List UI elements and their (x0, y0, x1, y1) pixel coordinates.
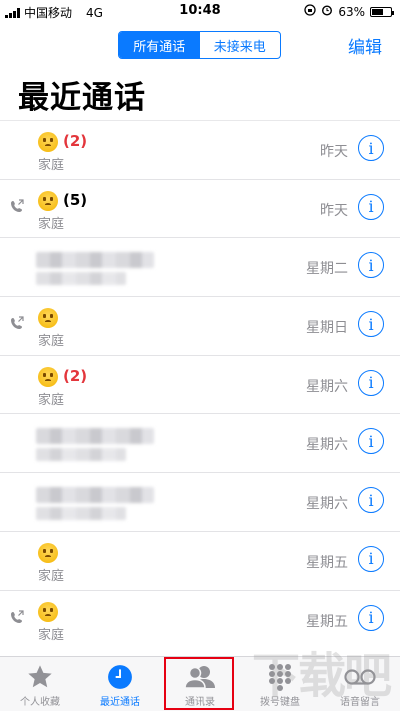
call-label: 家庭 (38, 392, 65, 408)
call-count: (2) (63, 366, 88, 385)
info-button[interactable]: i (358, 545, 384, 572)
redacted-subtitle (36, 448, 126, 462)
star-icon (23, 663, 57, 691)
info-button[interactable]: i (358, 135, 384, 161)
call-row[interactable]: 星期六 i (0, 413, 400, 472)
contact-emoji-icon (38, 308, 58, 329)
call-date: 昨天 (320, 144, 348, 160)
call-label: 家庭 (38, 568, 65, 584)
call-date: 星期六 (306, 437, 348, 454)
call-row[interactable]: 家庭 星期五 i (0, 530, 400, 590)
info-button[interactable]: i (358, 311, 384, 338)
call-date: 星期六 (306, 378, 348, 395)
call-row[interactable]: 星期二 i (0, 237, 400, 296)
watermark-logo: 下载吧 (251, 648, 392, 704)
contact-emoji-icon (38, 542, 58, 563)
edit-button[interactable]: 编辑 (348, 33, 382, 58)
call-date: 星期五 (306, 554, 348, 571)
call-count: (5) (63, 190, 88, 209)
call-date: 昨天 (320, 202, 348, 219)
call-date: 星期日 (306, 320, 348, 337)
alarm-icon (321, 4, 333, 19)
redacted-name (36, 428, 154, 445)
rotation-lock-icon (304, 4, 316, 19)
call-label: 家庭 (38, 216, 65, 232)
call-label: 家庭 (38, 158, 65, 173)
call-row[interactable]: 星期六 i (0, 472, 400, 531)
segment-missed-calls[interactable]: 未接来电 (200, 32, 281, 58)
outgoing-call-icon (10, 198, 26, 214)
redacted-subtitle (36, 272, 126, 286)
call-filter-segmented-control: 所有通话 未接来电 (118, 31, 281, 59)
outgoing-call-icon (10, 609, 26, 625)
call-row[interactable]: (2) 家庭 星期六 i (0, 354, 400, 414)
redacted-name (36, 487, 154, 504)
tab-favorites[interactable]: 个人收藏 (0, 657, 80, 711)
info-button[interactable]: i (358, 604, 384, 631)
call-row[interactable]: (5) 家庭 昨天 i (0, 178, 400, 238)
contact-emoji-icon (38, 601, 58, 622)
battery-icon (370, 6, 394, 17)
redacted-subtitle (36, 507, 126, 521)
redacted-name (36, 252, 154, 269)
info-button[interactable]: i (358, 193, 384, 220)
segment-all-calls[interactable]: 所有通话 (119, 32, 200, 58)
contact-emoji-icon (38, 132, 58, 152)
info-button[interactable]: i (358, 369, 384, 396)
info-button[interactable]: i (358, 487, 384, 514)
call-label: 家庭 (38, 627, 65, 643)
page-title: 最近通话 (18, 80, 146, 116)
contact-emoji-icon (38, 190, 58, 211)
call-row[interactable]: (2) 家庭 昨天 i (0, 120, 400, 179)
recent-calls-list: (2) 家庭 昨天 i (5) 家庭 昨天 i 星期二 i 家庭 星期日 i (2) 家庭 星期六 i 星期六 i 星… (0, 120, 400, 648)
contacts-tab-highlight-box (164, 657, 234, 710)
tab-label: 个人收藏 (20, 697, 60, 708)
call-label: 家庭 (38, 334, 65, 350)
tab-label: 最近通话 (100, 697, 140, 708)
info-button[interactable]: i (358, 252, 384, 279)
status-right: 63% (304, 4, 394, 19)
info-button[interactable]: i (358, 428, 384, 455)
call-date: 星期二 (306, 261, 348, 278)
contact-emoji-icon (38, 366, 58, 387)
clock-icon (103, 663, 137, 691)
status-bar: 中国移动 4G 10:48 63% (0, 0, 400, 22)
tab-recents[interactable]: 最近通话 (80, 657, 160, 711)
battery-percent: 63% (338, 4, 365, 19)
call-date: 星期五 (306, 613, 348, 630)
call-date: 星期六 (306, 496, 348, 513)
call-row[interactable]: 家庭 星期日 i (0, 296, 400, 355)
call-count: (2) (63, 132, 88, 150)
outgoing-call-icon (10, 315, 26, 331)
